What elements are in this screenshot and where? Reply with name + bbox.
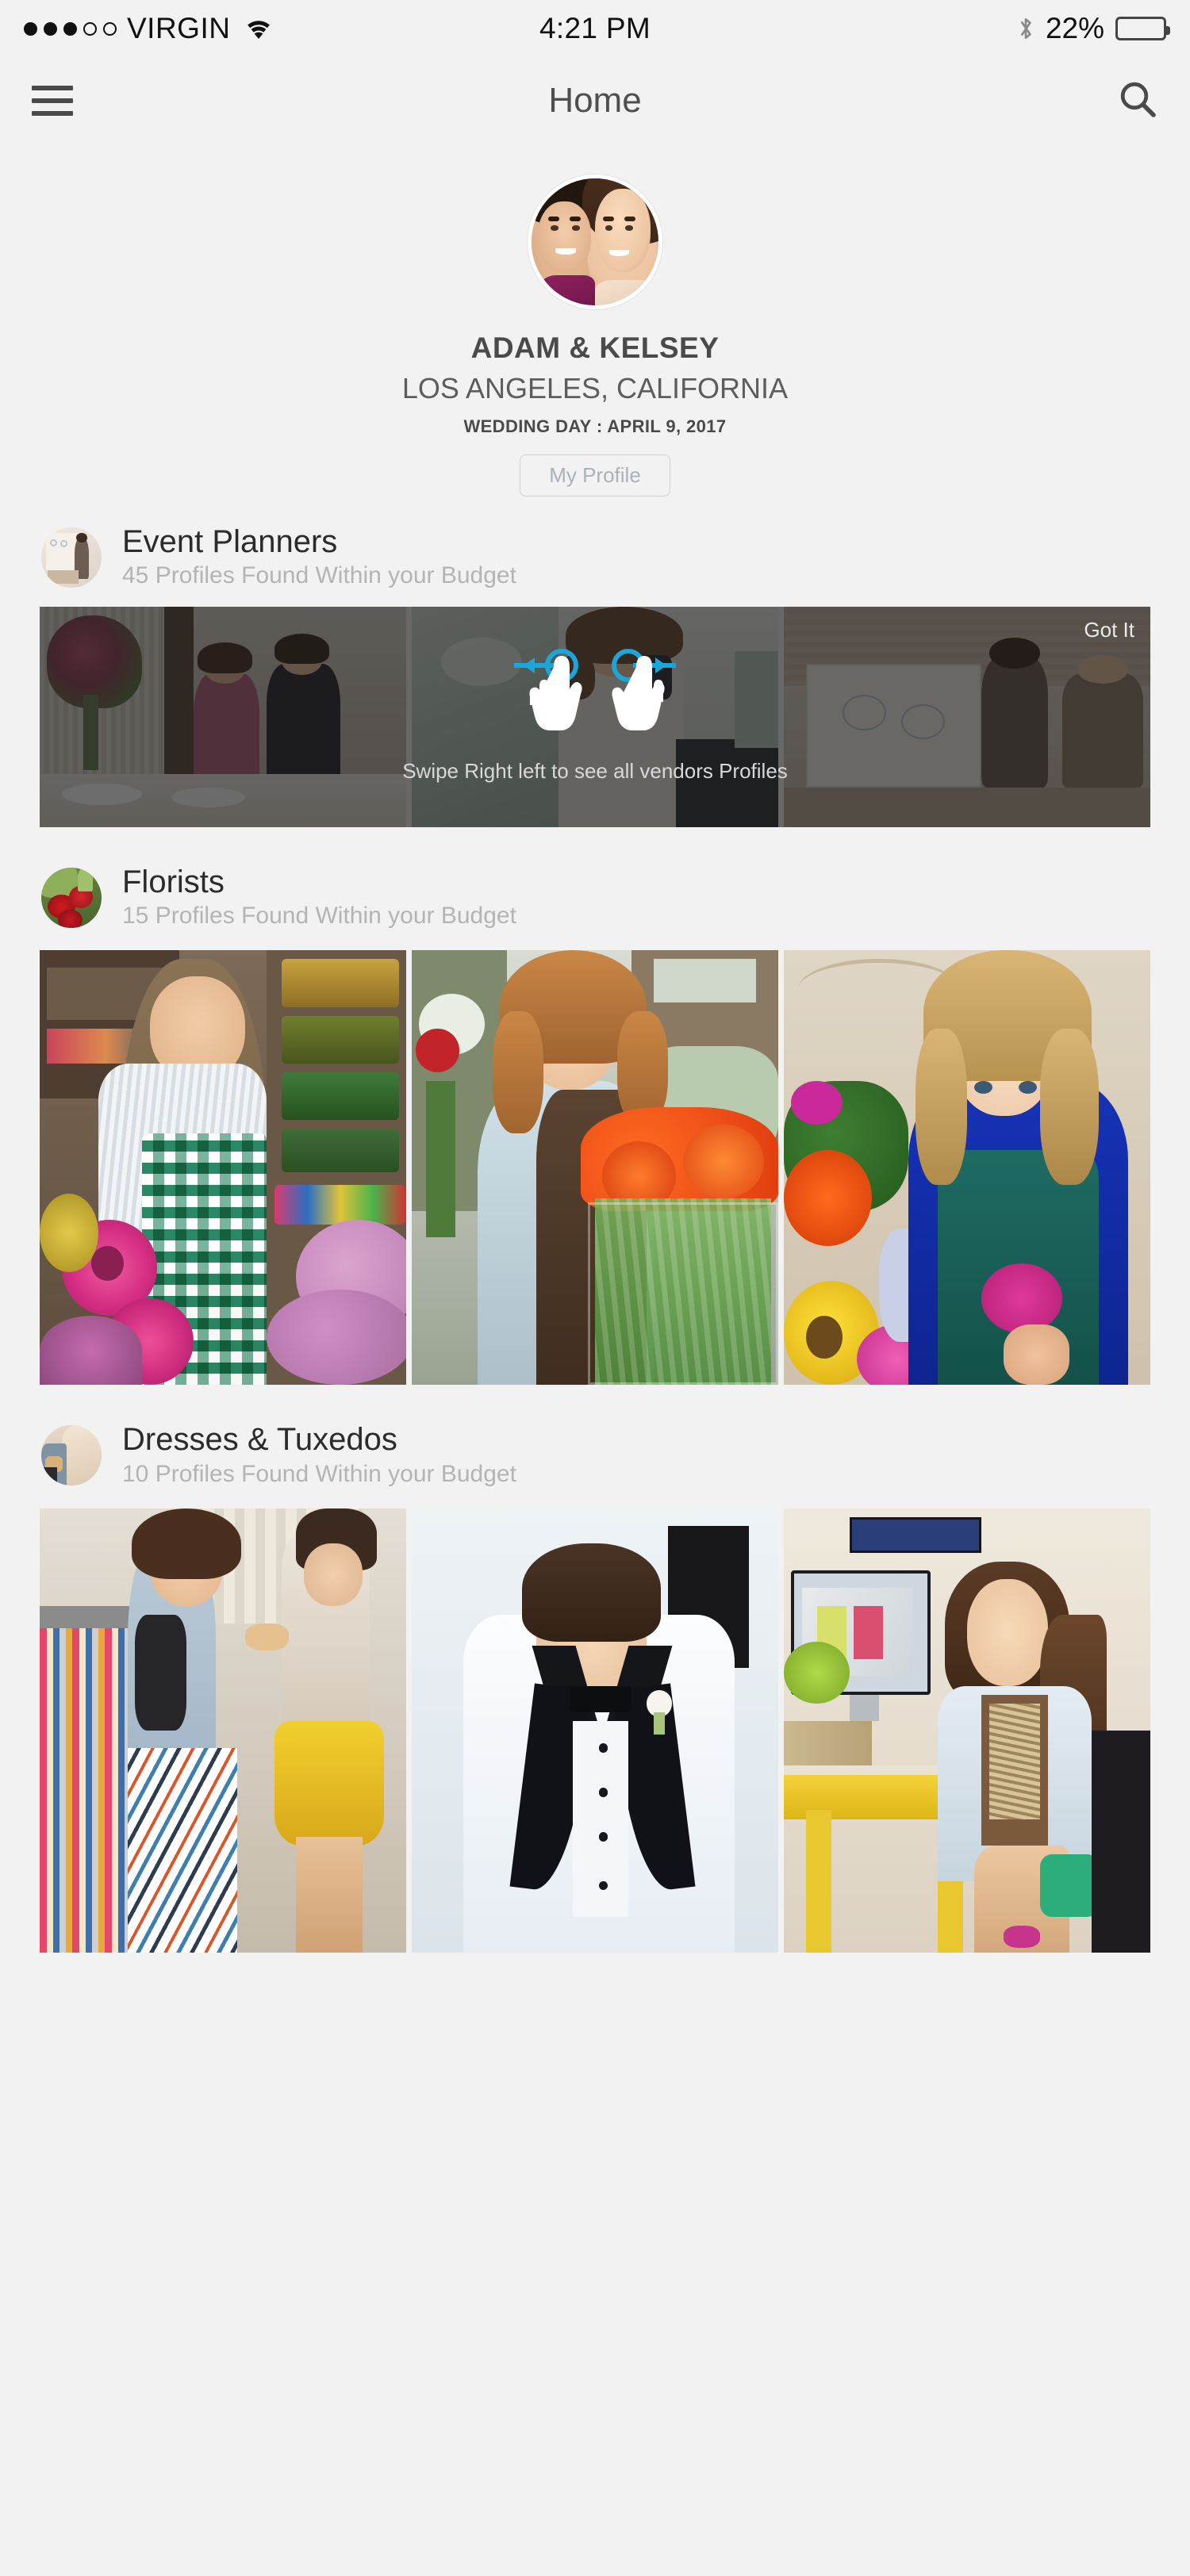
section-title: Florists [122,864,225,900]
section-title: Event Planners [122,524,338,559]
swipe-tutorial-overlay: Got It Swipe Right left to see all vendo… [40,607,1150,828]
page-title: Home [548,81,642,120]
section-header[interactable]: Event Planners 45 Profiles Found Within … [0,524,1190,589]
battery-percent-label: 22% [1045,12,1104,44]
section-title: Dresses & Tuxedos [122,1422,397,1458]
got-it-button[interactable]: Got It [1084,618,1134,642]
section-subtitle: 10 Profiles Found Within your Budget [122,1460,516,1487]
section-subtitle: 45 Profiles Found Within your Budget [122,562,516,589]
hand-swipe-left-icon [514,649,582,731]
event-planner-thumb-icon [41,527,102,588]
section-event-planners: Event Planners 45 Profiles Found Within … [0,524,1190,828]
status-time: 4:21 PM [539,12,651,44]
couple-names: ADAM & KELSEY [470,332,720,364]
vendor-card[interactable] [40,950,406,1386]
vendor-card[interactable] [40,1508,406,1953]
bluetooth-icon [1017,14,1035,43]
section-header[interactable]: Florists 15 Profiles Found Within your B… [0,864,1190,930]
search-icon[interactable] [1117,79,1158,124]
vendor-card[interactable] [412,1508,778,1953]
dresses-carousel[interactable] [0,1508,1190,1953]
vendor-card[interactable] [412,950,778,1386]
swipe-instruction-text: Swipe Right left to see all vendors Prof… [402,759,788,783]
section-subtitle: 15 Profiles Found Within your Budget [122,903,516,930]
hand-swipe-right-icon [612,649,676,731]
vendor-card[interactable] [784,1508,1150,1953]
florist-carousel[interactable] [0,950,1190,1386]
profile-header: ADAM & KELSEY LOS ANGELES, CALIFORNIA WE… [0,144,1190,496]
status-right: 22% [1017,12,1170,45]
event-planner-carousel[interactable]: Got It Swipe Right left to see all vendo… [0,607,1190,828]
dress-thumb-icon [41,1424,102,1485]
battery-icon [1115,17,1170,40]
app-screen: VIRGIN 4:21 PM 22% Home ADAM & KELSEY LO… [0,0,1190,2576]
my-profile-button[interactable]: My Profile [520,454,670,496]
avatar[interactable] [528,174,662,309]
swipe-hand-icons [505,645,685,772]
status-bar: VIRGIN 4:21 PM 22% [0,0,1190,57]
navigation-bar: Home [0,57,1190,144]
couple-avatar-image [532,178,658,305]
section-header[interactable]: Dresses & Tuxedos 10 Profiles Found With… [0,1423,1190,1487]
section-dresses-tuxedos: Dresses & Tuxedos 10 Profiles Found With… [0,1423,1190,1953]
wedding-day-label: WEDDING DAY : APRIL 9, 2017 [463,416,727,436]
florist-thumb-icon [41,867,102,928]
profile-location: LOS ANGELES, CALIFORNIA [401,372,789,404]
vendor-card[interactable] [784,950,1150,1386]
section-florists: Florists 15 Profiles Found Within your B… [0,864,1190,1386]
